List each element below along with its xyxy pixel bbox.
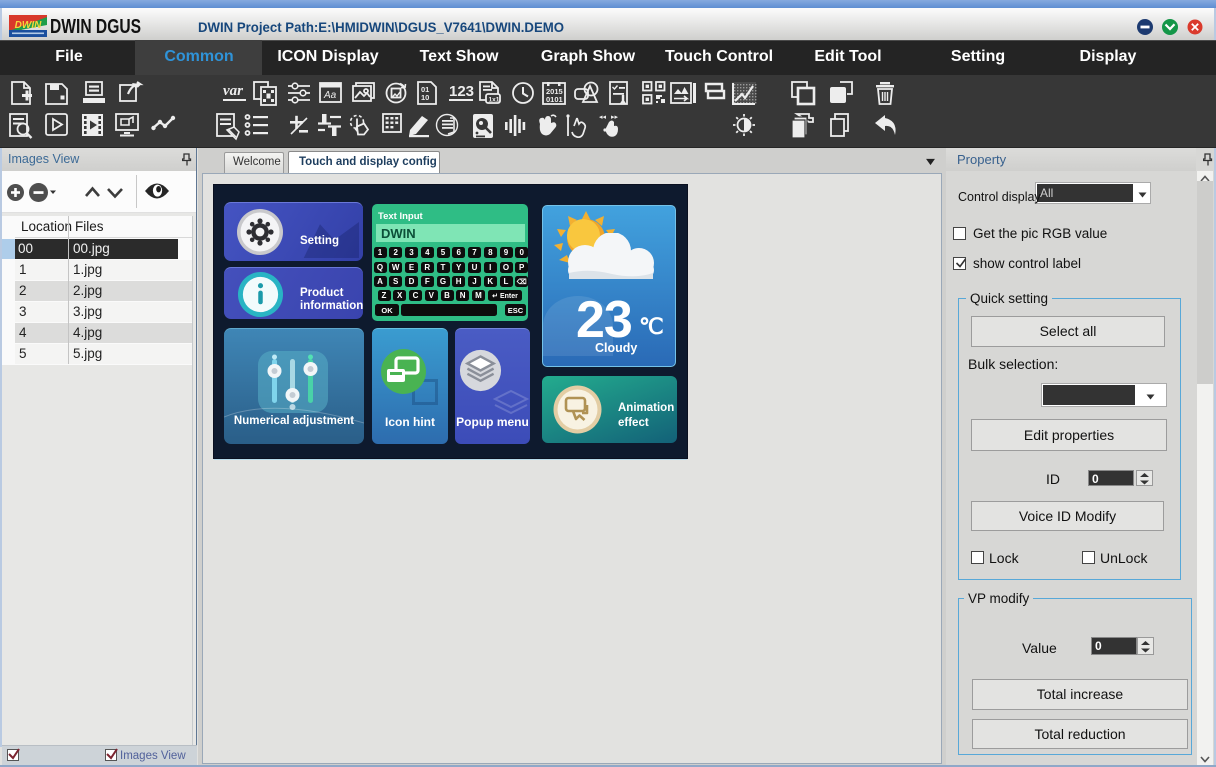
svg-text:123: 123	[449, 83, 474, 100]
svg-text:10: 10	[421, 93, 429, 102]
svg-text:var: var	[223, 83, 243, 99]
svg-text:▸▸: ▸▸	[611, 114, 619, 121]
svg-text:Aa: Aa	[323, 90, 337, 101]
svg-text:1x1: 1x1	[489, 97, 500, 104]
svg-text:DWIN: DWIN	[15, 20, 42, 31]
svg-text:◂◂: ◂◂	[599, 114, 607, 121]
svg-text:0101: 0101	[546, 95, 563, 104]
